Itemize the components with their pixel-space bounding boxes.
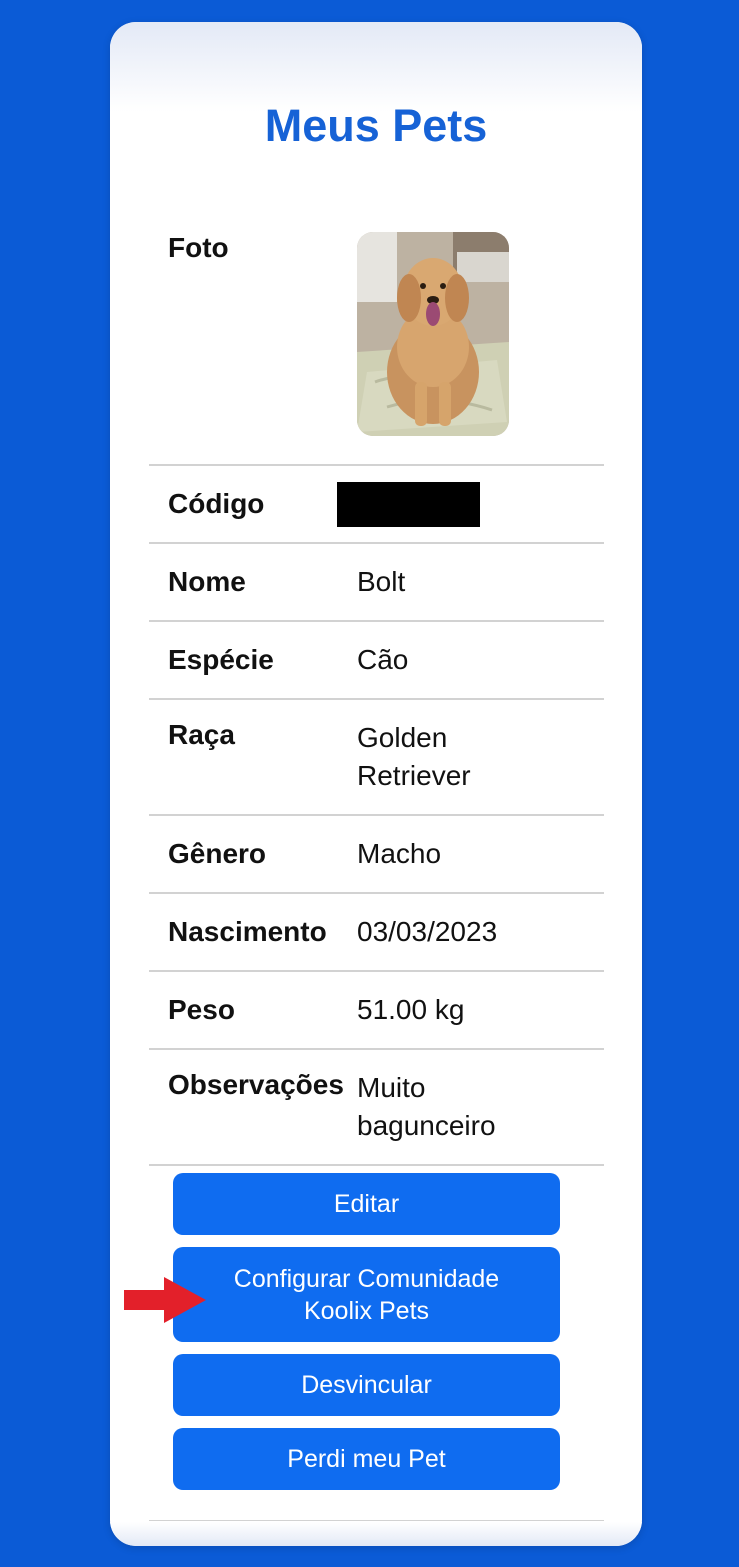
lost-pet-button[interactable]: Perdi meu Pet bbox=[173, 1428, 560, 1490]
golden-retriever-photo bbox=[357, 232, 509, 436]
red-arrow-right-icon bbox=[124, 1277, 206, 1323]
nascimento-label: Nascimento bbox=[168, 916, 327, 947]
especie-value: Cão bbox=[357, 644, 409, 675]
observacoes-label: Observações bbox=[168, 1069, 344, 1100]
genero-label: Gênero bbox=[168, 838, 267, 869]
peso-value: 51.00 kg bbox=[357, 994, 465, 1025]
nome-value: Bolt bbox=[357, 566, 406, 597]
especie-label: Espécie bbox=[168, 644, 274, 675]
configure-community-label-line2: Koolix Pets bbox=[303, 1296, 430, 1325]
configure-community-button[interactable]: Configurar Comunidade Koolix Pets bbox=[173, 1247, 560, 1342]
codigo-label: Código bbox=[168, 488, 265, 519]
peso-label: Peso bbox=[168, 994, 235, 1025]
redacted-code bbox=[337, 481, 480, 527]
raca-value-line1: Golden bbox=[357, 722, 448, 753]
raca-value: Golden Retriever bbox=[357, 700, 604, 814]
nascimento-value: 03/03/2023 bbox=[357, 916, 498, 947]
foto-value bbox=[357, 210, 604, 464]
bottom-divider bbox=[149, 1520, 604, 1521]
row-nome: Nome Bolt bbox=[149, 544, 604, 622]
unlink-button[interactable]: Desvincular bbox=[173, 1354, 560, 1416]
card-top-fade bbox=[110, 22, 642, 112]
codigo-value bbox=[337, 481, 604, 527]
foto-label: Foto bbox=[168, 232, 229, 263]
genero-value: Macho bbox=[357, 838, 442, 869]
raca-value-line2: Retriever bbox=[357, 760, 471, 791]
row-especie: Espécie Cão bbox=[149, 622, 604, 700]
raca-label: Raça bbox=[168, 719, 235, 750]
row-foto: Foto bbox=[149, 210, 604, 466]
edit-button[interactable]: Editar bbox=[173, 1173, 560, 1235]
row-peso: Peso 51.00 kg bbox=[149, 972, 604, 1050]
configure-community-label-line1: Configurar Comunidade bbox=[233, 1264, 500, 1293]
nome-label: Nome bbox=[168, 566, 246, 597]
observacoes-value: Muito bagunceiro bbox=[357, 1050, 604, 1164]
card-bottom-fade bbox=[110, 1522, 642, 1546]
observacoes-value-line1: Muito bbox=[357, 1072, 426, 1103]
page-title: Meus Pets bbox=[264, 100, 488, 151]
row-observacoes: Observações Muito bagunceiro bbox=[149, 1050, 604, 1166]
row-codigo: Código bbox=[149, 466, 604, 544]
pet-details-table: Foto Código Nome Bolt Espécie Cão Raça G… bbox=[149, 210, 604, 1166]
row-nascimento: Nascimento 03/03/2023 bbox=[149, 894, 604, 972]
row-raca: Raça Golden Retriever bbox=[149, 700, 604, 816]
row-genero: Gênero Macho bbox=[149, 816, 604, 894]
observacoes-value-line2: bagunceiro bbox=[357, 1110, 496, 1141]
pet-photo bbox=[357, 232, 509, 436]
